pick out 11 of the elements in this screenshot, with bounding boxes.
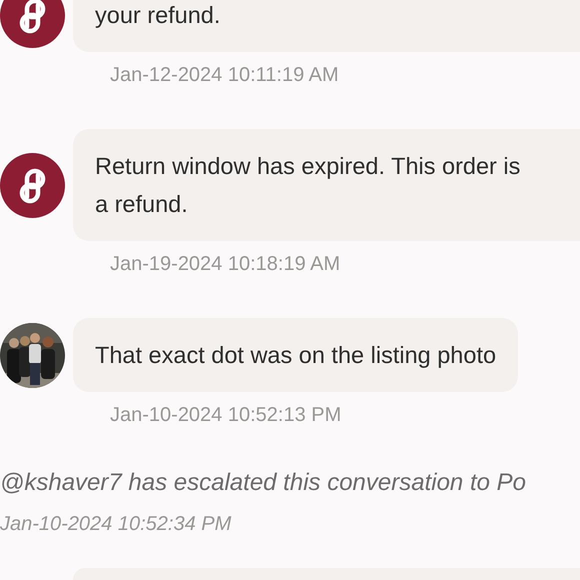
timestamp: Jan-10-2024 10:52:13 PM — [110, 404, 342, 427]
logo-icon — [0, 152, 65, 218]
message-text: That exact dot was on the listing photo — [95, 341, 496, 370]
event-text: @kshaver7 has escalated this conversation to Po — [0, 469, 526, 497]
message-text: Return window has expired. This order is — [95, 152, 520, 181]
message-text: a refund. — [95, 190, 188, 219]
message-text: your refund. — [95, 1, 220, 30]
timestamp: Jan-19-2024 10:18:19 AM — [110, 253, 340, 276]
logo-icon — [0, 0, 65, 48]
timestamp: Jan-12-2024 10:11:19 AM — [110, 64, 339, 87]
timestamp: Jan-10-2024 10:52:34 PM — [0, 513, 232, 536]
